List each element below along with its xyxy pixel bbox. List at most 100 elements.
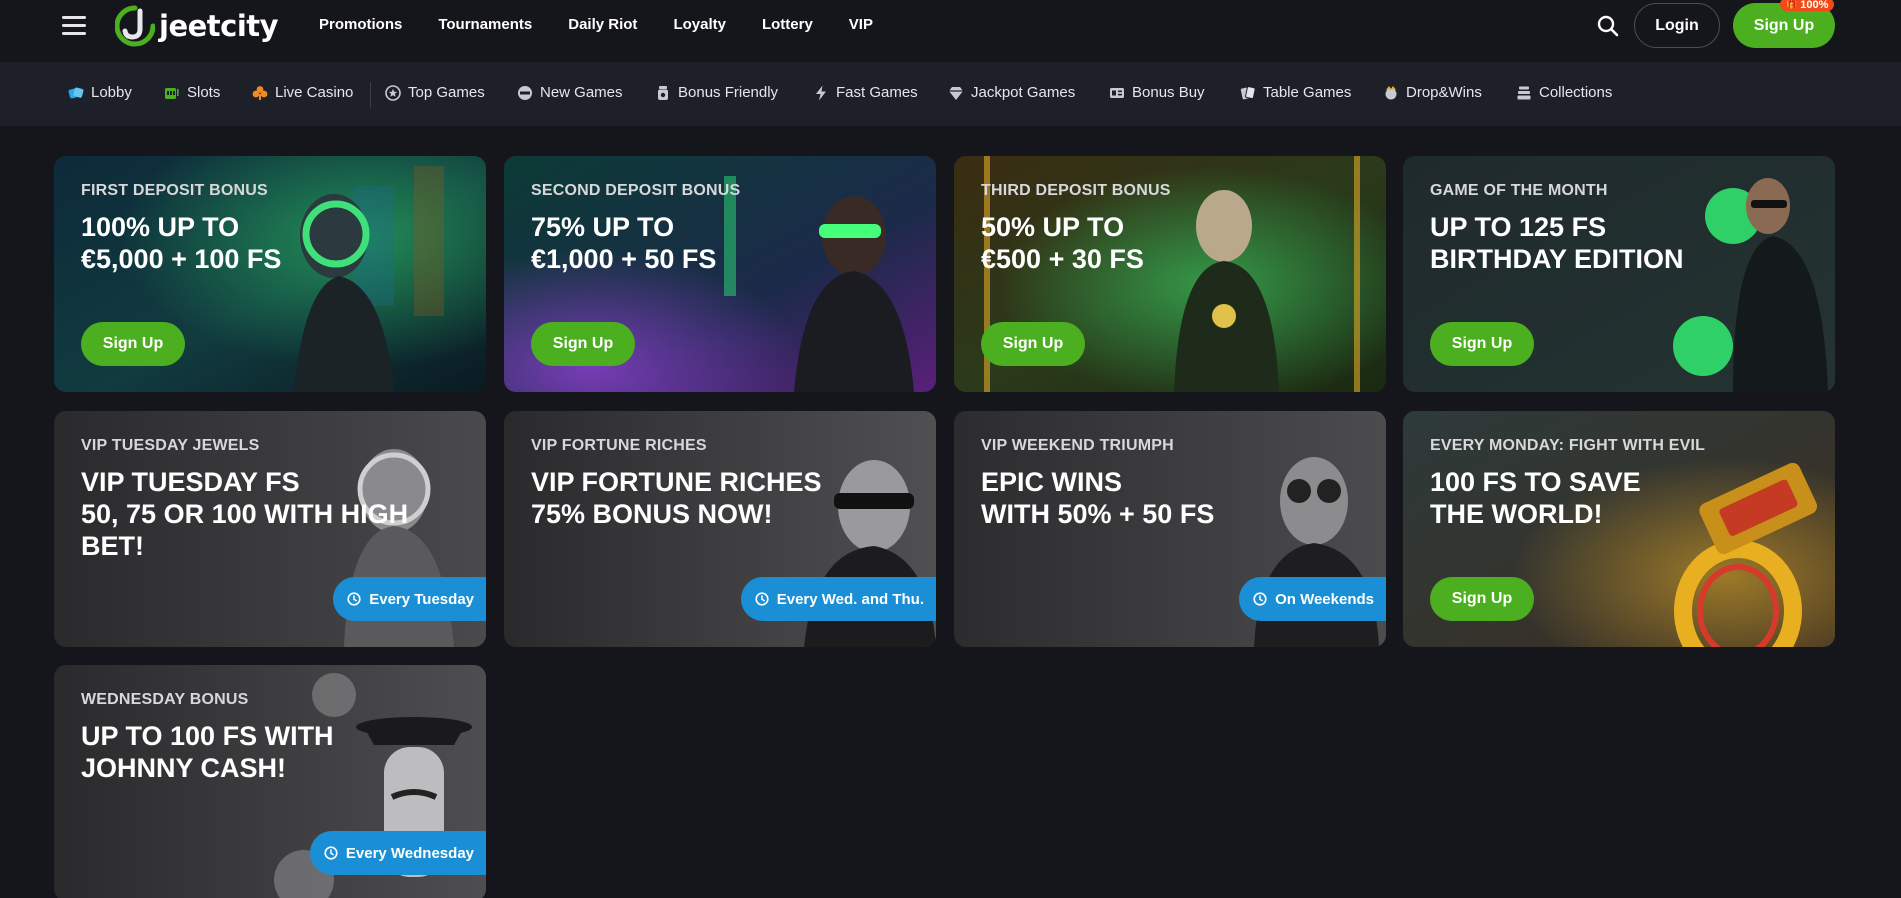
category-drop-wins[interactable]: Drop&Wins — [1383, 84, 1482, 101]
schedule-pill: On Weekends — [1239, 577, 1386, 621]
promo-card-first-deposit[interactable]: FIRST DEPOSIT BONUS 100% UP TO €5,000 + … — [54, 156, 486, 392]
diamond-icon — [949, 86, 963, 100]
nav-lottery[interactable]: Lottery — [762, 16, 813, 33]
category-label: New Games — [540, 84, 623, 101]
dice-icon — [68, 87, 84, 98]
promo-headline-line: VIP TUESDAY FS — [81, 467, 300, 497]
login-button[interactable]: Login — [1634, 3, 1720, 48]
ticket-icon — [1110, 87, 1124, 98]
schedule-text: On Weekends — [1275, 590, 1374, 608]
schedule-text: Every Tuesday — [369, 590, 474, 608]
promo-card-third-deposit[interactable]: THIRD DEPOSIT BONUS 50% UP TO €500 + 30 … — [954, 156, 1386, 392]
schedule-text: Every Wednesday — [345, 844, 474, 862]
promo-signup-button[interactable]: Sign Up — [1430, 577, 1534, 621]
stack-icon — [1517, 86, 1531, 99]
promo-headline-line: 50% UP TO — [981, 212, 1125, 242]
category-label: Slots — [187, 84, 221, 101]
promo-headline-line: €5,000 + 100 FS — [81, 244, 282, 274]
promo-headline: VIP TUESDAY FS 50, 75 OR 100 WITH HIGH B… — [81, 466, 408, 562]
promo-headline-line: WITH 50% + 50 FS — [981, 499, 1215, 529]
promo-headline-line: 75% BONUS NOW! — [531, 499, 773, 529]
category-slots[interactable]: Slots — [164, 84, 220, 101]
nav-vip[interactable]: VIP — [849, 16, 873, 33]
promo-headline-line: EPIC WINS — [981, 467, 1123, 497]
clock-icon — [324, 846, 338, 860]
category-new-games[interactable]: New Games — [517, 84, 623, 101]
promo-headline-line: THE WORLD! — [1430, 499, 1603, 529]
category-collections[interactable]: Collections — [1516, 84, 1612, 101]
promo-headline: 100% UP TO €5,000 + 100 FS — [81, 211, 281, 275]
promo-headline: EPIC WINS WITH 50% + 50 FS — [981, 466, 1214, 530]
promo-headline: UP TO 100 FS WITH JOHNNY CASH! — [81, 720, 334, 784]
promo-signup-button[interactable]: Sign Up — [981, 322, 1085, 366]
promo-signup-button[interactable]: Sign Up — [81, 322, 185, 366]
category-lobby[interactable]: Lobby — [68, 84, 132, 101]
logo[interactable]: jeetcity — [115, 5, 279, 47]
promo-headline-line: JOHNNY CASH! — [81, 753, 287, 783]
logo-mark-icon — [115, 5, 155, 47]
promo-kicker: VIP TUESDAY JEWELS — [81, 437, 260, 454]
nav-tournaments[interactable]: Tournaments — [438, 16, 532, 33]
promo-card-game-of-the-month[interactable]: GAME OF THE MONTH UP TO 125 FS BIRTHDAY … — [1403, 156, 1835, 392]
category-label: Collections — [1539, 84, 1613, 101]
category-label: Top Games — [408, 84, 485, 101]
promo-headline: 100 FS TO SAVE THE WORLD! — [1430, 466, 1641, 530]
promo-kicker: EVERY MONDAY: FIGHT WITH EVIL — [1430, 437, 1706, 454]
promo-card-every-monday[interactable]: EVERY MONDAY: FIGHT WITH EVIL 100 FS TO … — [1403, 411, 1835, 647]
category-fast-games[interactable]: Fast Games — [813, 84, 918, 101]
promo-headline-line: UP TO 125 FS — [1430, 212, 1607, 242]
bonus-jar-icon — [658, 85, 668, 100]
category-label: Jackpot Games — [971, 84, 1076, 101]
nav-loyalty[interactable]: Loyalty — [673, 16, 726, 33]
promo-card-vip-tuesday[interactable]: VIP TUESDAY JEWELS VIP TUESDAY FS 50, 75… — [54, 411, 486, 647]
main-nav: Promotions Tournaments Daily Riot Loyalt… — [319, 16, 909, 33]
promo-headline-line: BIRTHDAY EDITION — [1430, 244, 1684, 274]
category-label: Bonus Buy — [1132, 84, 1205, 101]
cards-icon — [1240, 85, 1256, 99]
category-table-games[interactable]: Table Games — [1240, 84, 1351, 101]
schedule-pill: Every Tuesday — [333, 577, 486, 621]
gift-icon: 🎁 — [1786, 0, 1798, 9]
promo-headline-line: 75% UP TO — [531, 212, 675, 242]
promo-kicker: GAME OF THE MONTH — [1430, 182, 1608, 199]
promo-headline-line: 100 FS TO SAVE — [1430, 467, 1641, 497]
promo-card-second-deposit[interactable]: SECOND DEPOSIT BONUS 75% UP TO €1,000 + … — [504, 156, 936, 392]
category-label: Drop&Wins — [1406, 84, 1482, 101]
top-header: jeetcity Promotions Tournaments Daily Ri… — [0, 0, 1901, 60]
signup-bonus-badge: 🎁 100% — [1780, 0, 1835, 11]
category-jackpot-games[interactable]: Jackpot Games — [948, 84, 1075, 101]
promo-headline: 75% UP TO €1,000 + 50 FS — [531, 211, 716, 275]
promo-kicker: VIP WEEKEND TRIUMPH — [981, 437, 1174, 454]
slot-machine-icon — [165, 87, 179, 99]
menu-icon[interactable] — [62, 16, 86, 36]
nav-daily-riot[interactable]: Daily Riot — [568, 16, 637, 33]
category-bonus-friendly[interactable]: Bonus Friendly — [655, 84, 778, 101]
promo-card-wednesday-bonus[interactable]: WEDNESDAY BONUS UP TO 100 FS WITH JOHNNY… — [54, 665, 486, 898]
category-bar: Lobby Slots Live Casino Top Games New Ga… — [0, 62, 1901, 126]
club-icon — [252, 85, 268, 100]
search-icon[interactable] — [1596, 14, 1620, 38]
nav-promotions[interactable]: Promotions — [319, 16, 402, 33]
category-label: Table Games — [1263, 84, 1352, 101]
promo-card-vip-weekend[interactable]: VIP WEEKEND TRIUMPH EPIC WINS WITH 50% +… — [954, 411, 1386, 647]
promo-headline-line: €500 + 30 FS — [981, 244, 1144, 274]
promo-headline-line: BET! — [81, 531, 144, 561]
promo-headline-line: UP TO 100 FS WITH — [81, 721, 334, 751]
promo-kicker: VIP FORTUNE RICHES — [531, 437, 707, 454]
promo-kicker: THIRD DEPOSIT BONUS — [981, 182, 1171, 199]
category-live-casino[interactable]: Live Casino — [252, 84, 353, 101]
promo-headline-line: 100% UP TO — [81, 212, 240, 242]
promo-signup-button[interactable]: Sign Up — [531, 322, 635, 366]
clock-icon — [347, 592, 361, 606]
promo-headline: 50% UP TO €500 + 30 FS — [981, 211, 1144, 275]
promo-card-vip-fortune[interactable]: VIP FORTUNE RICHES VIP FORTUNE RICHES 75… — [504, 411, 936, 647]
schedule-pill: Every Wed. and Thu. — [740, 577, 936, 621]
promo-kicker: FIRST DEPOSIT BONUS — [81, 182, 268, 199]
promo-kicker: SECOND DEPOSIT BONUS — [531, 182, 741, 199]
lightning-icon — [816, 85, 826, 100]
category-bonus-buy[interactable]: Bonus Buy — [1109, 84, 1205, 101]
promo-kicker: WEDNESDAY BONUS — [81, 691, 249, 708]
category-top-games[interactable]: Top Games — [385, 84, 485, 101]
promo-headline-line: €1,000 + 50 FS — [531, 244, 717, 274]
promo-signup-button[interactable]: Sign Up — [1430, 322, 1534, 366]
